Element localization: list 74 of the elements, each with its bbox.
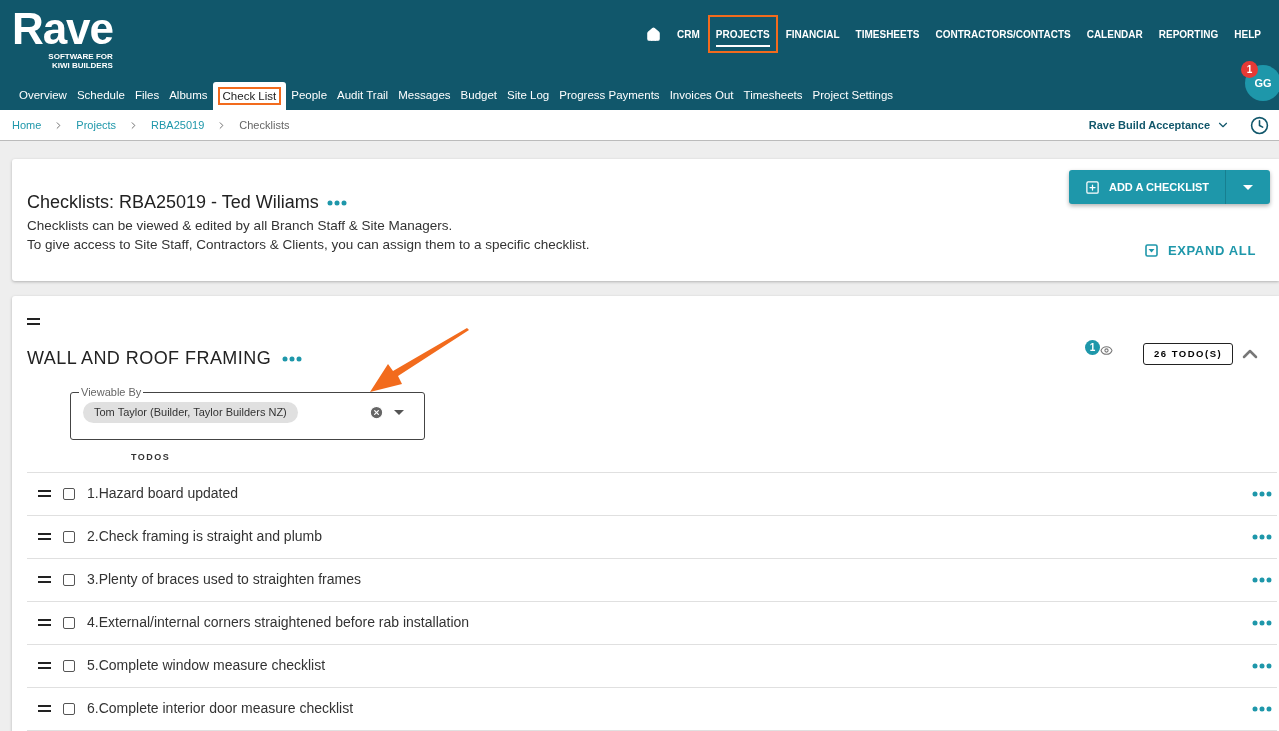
drag-handle-icon[interactable]: [27, 318, 40, 325]
sub-nav-tab[interactable]: Audit Trail: [332, 82, 394, 110]
todo-text: 3.Plenty of braces used to straighten frames: [87, 570, 361, 589]
more-options-icon[interactable]: [1252, 576, 1272, 583]
sub-nav-tab[interactable]: Schedule: [71, 82, 130, 110]
more-options-icon[interactable]: [326, 199, 347, 206]
expand-icon: [1144, 244, 1158, 258]
main-nav-link[interactable]: PROJECTS: [707, 15, 778, 53]
clear-icon[interactable]: [369, 404, 384, 420]
logo-tagline: SOFTWARE FOR KIWI BUILDERS: [47, 52, 113, 70]
todo-checkbox[interactable]: [63, 530, 75, 543]
sub-nav-tab[interactable]: People: [286, 82, 333, 110]
more-options-icon[interactable]: [1252, 662, 1272, 669]
page-title: Checklists: RBA25019 - Ted Wiliams: [27, 191, 319, 214]
sub-nav-tab[interactable]: Budget: [455, 82, 503, 110]
plus-square-icon: [1085, 179, 1100, 195]
todos-heading: TODOS: [131, 451, 171, 464]
todo-text: 1.Hazard board updated: [87, 484, 238, 503]
breadcrumb-link[interactable]: Home: [12, 116, 42, 134]
home-icon[interactable]: [646, 26, 661, 42]
history-icon[interactable]: [1250, 115, 1269, 135]
main-nav-link[interactable]: FINANCIAL: [777, 15, 848, 53]
todo-checkbox[interactable]: [63, 659, 75, 672]
main-nav-link[interactable]: CONTRACTORS/CONTACTS: [927, 15, 1079, 53]
main-nav-link[interactable]: HELP: [1226, 15, 1269, 53]
more-options-icon[interactable]: [1252, 619, 1272, 626]
drag-handle-icon[interactable]: [38, 705, 51, 712]
main-nav-link[interactable]: REPORTING: [1150, 15, 1227, 53]
sub-nav-tab[interactable]: Invoices Out: [664, 82, 739, 110]
todo-checkbox[interactable]: [63, 702, 75, 715]
caret-icon[interactable]: [394, 409, 404, 415]
drag-handle-icon[interactable]: [38, 619, 51, 626]
more-options-icon[interactable]: [282, 355, 303, 362]
company-selector[interactable]: Rave Build Acceptance: [1088, 116, 1230, 134]
sub-nav-tab[interactable]: Site Log: [502, 82, 555, 110]
todo-count-badge: 26 TODO(S): [1143, 343, 1234, 365]
field-label: Viewable By: [80, 385, 143, 400]
sub-nav-tab[interactable]: Overview: [14, 82, 72, 110]
drag-handle-icon[interactable]: [38, 533, 51, 540]
breadcrumb-link[interactable]: RBA25019: [151, 116, 205, 134]
description-text: Checklists can be viewed & edited by all Branch Staff & Site Managers.: [27, 217, 453, 235]
user-chip[interactable]: Tom Taylor (Builder, Taylor Builders NZ): [83, 401, 298, 423]
sub-nav-tab[interactable]: Progress Payments: [554, 82, 665, 110]
more-options-icon[interactable]: [1252, 533, 1272, 540]
notification-badge: 1: [1241, 61, 1258, 78]
watchers-badge: 1: [1085, 340, 1100, 355]
logo[interactable]: Rave: [12, 6, 113, 52]
drag-handle-icon[interactable]: [38, 576, 51, 583]
sub-nav-tab[interactable]: Messages: [393, 82, 456, 110]
main-nav-link[interactable]: CRM: [669, 15, 708, 53]
sub-nav-tab[interactable]: Files: [129, 82, 165, 110]
caret-icon: [1243, 184, 1253, 190]
checklist-title: WALL AND ROOF FRAMING: [27, 347, 272, 370]
more-options-icon[interactable]: [1252, 705, 1272, 712]
main-nav-link[interactable]: TIMESHEETS: [847, 15, 928, 53]
sub-nav-tab[interactable]: Check List: [212, 82, 287, 110]
watchers-icon[interactable]: [1100, 344, 1113, 357]
sub-nav-tab[interactable]: Project Settings: [807, 82, 899, 110]
description-text: To give access to Site Staff, Contractors & Clients, you can assign them to a specific checklist.: [27, 236, 590, 254]
drag-handle-icon[interactable]: [38, 662, 51, 669]
todo-text: 5.Complete window measure checklist: [87, 656, 326, 675]
todo-checkbox[interactable]: [63, 573, 75, 586]
todo-checkbox[interactable]: [63, 487, 75, 500]
main-nav-link[interactable]: CALENDAR: [1078, 15, 1151, 53]
drag-handle-icon[interactable]: [38, 490, 51, 497]
more-options-icon[interactable]: [1252, 490, 1272, 497]
breadcrumb-link[interactable]: Projects: [76, 116, 117, 134]
todo-text: 6.Complete interior door measure checklist: [87, 699, 354, 718]
todo-text: 2.Check framing is straight and plumb: [87, 527, 322, 546]
sub-nav-tab[interactable]: Timesheets: [738, 82, 808, 110]
todo-text: 4.External/internal corners straightened before rab installation: [87, 613, 470, 632]
breadcrumb-link[interactable]: Checklists: [239, 116, 290, 134]
todo-checkbox[interactable]: [63, 616, 75, 629]
sub-nav-tab[interactable]: Albums: [164, 82, 213, 110]
